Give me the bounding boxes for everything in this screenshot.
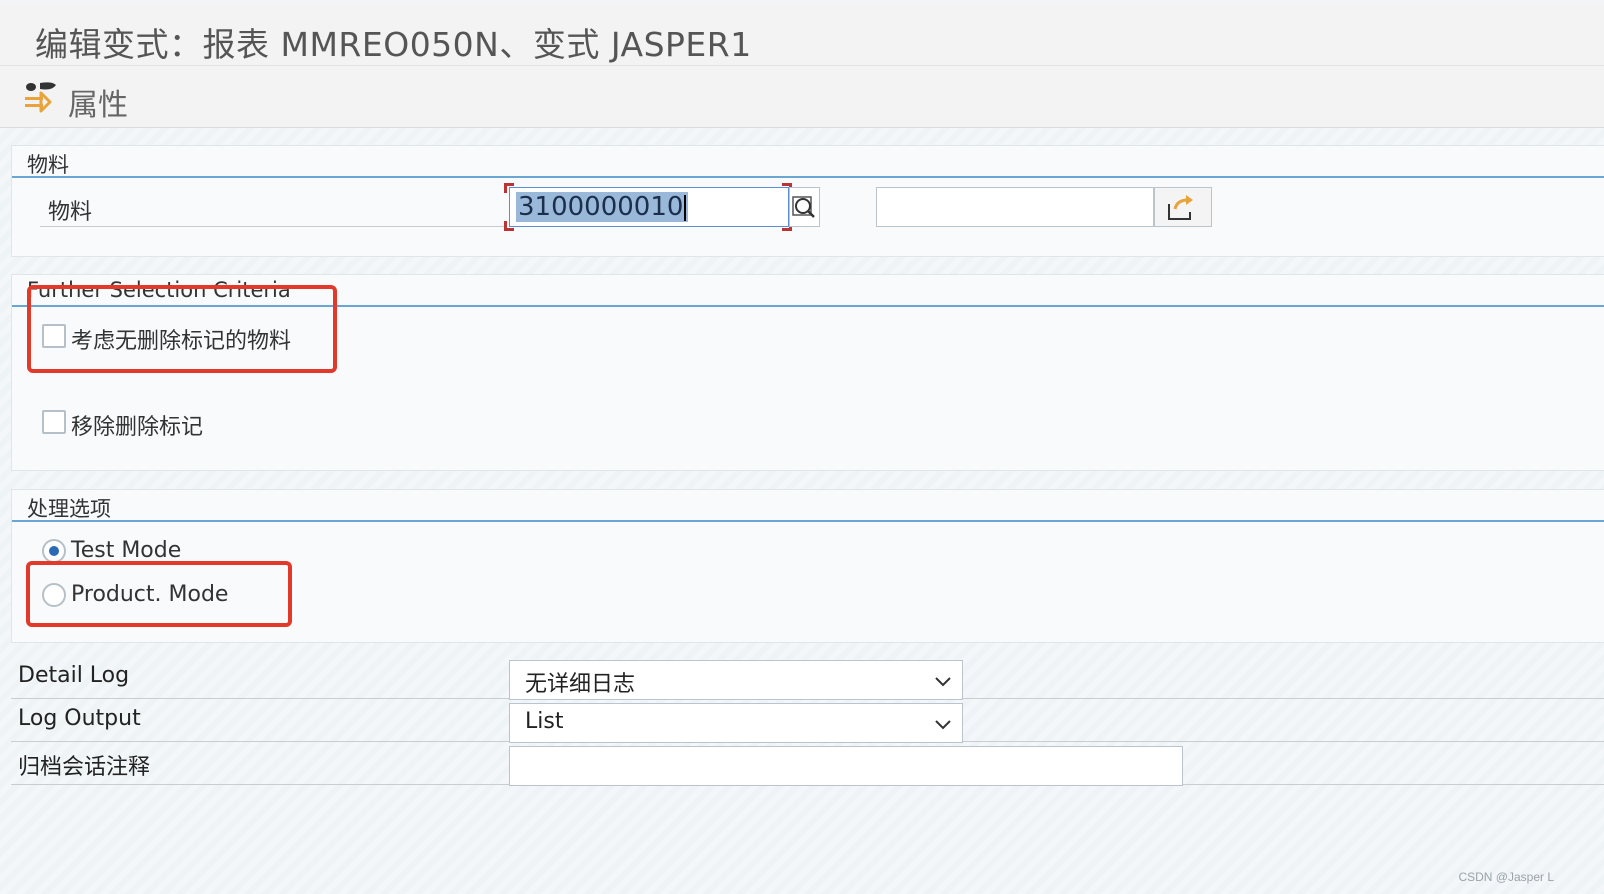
material-group-header: 物料 <box>12 146 1604 178</box>
archive-note-input[interactable] <box>509 746 1183 786</box>
archive-note-label: 归档会话注释 <box>18 755 151 780</box>
focus-corner-top-left <box>504 183 514 193</box>
material-label-underline <box>40 226 506 227</box>
material-group-title: 物料 <box>27 153 69 177</box>
detail-log-value: 无详细日志 <box>525 672 636 697</box>
attributes-icon[interactable] <box>22 80 58 114</box>
material-from-value: 3100000010 <box>516 192 689 222</box>
annotation-highlight-checkbox <box>27 285 337 373</box>
processing-options-title: 处理选项 <box>27 497 111 521</box>
log-output-value: List <box>525 709 564 734</box>
processing-options-header: 处理选项 <box>12 490 1604 522</box>
test-mode-radio[interactable] <box>42 539 66 563</box>
remove-deletion-flag-checkbox[interactable] <box>42 410 66 434</box>
application-toolbar: 属性 <box>0 66 1604 128</box>
material-to-input[interactable] <box>876 187 1154 227</box>
window-title: 编辑变式：报表 MMREO050N、变式 JASPER1 <box>35 25 752 64</box>
focus-corner-bottom-left <box>504 221 514 231</box>
search-icon <box>792 196 815 218</box>
multiple-selection-arrow-icon <box>1168 195 1193 220</box>
attributes-button[interactable]: 属性 <box>68 80 128 124</box>
detail-log-label: Detail Log <box>18 663 130 688</box>
test-mode-label[interactable]: Test Mode <box>71 538 181 563</box>
annotation-highlight-radio <box>26 561 292 627</box>
material-field-label: 物料 <box>48 200 93 225</box>
log-output-label: Log Output <box>18 706 141 731</box>
title-bar: 编辑变式：报表 MMREO050N、变式 JASPER1 <box>0 4 1604 66</box>
watermark: CSDN @Jasper L <box>1458 870 1554 884</box>
chevron-down-icon <box>935 677 951 687</box>
material-search-help-button[interactable] <box>789 187 820 227</box>
detail-log-dropdown[interactable]: 无详细日志 <box>509 660 963 700</box>
chevron-down-icon <box>935 720 951 730</box>
log-output-dropdown[interactable]: List <box>509 703 963 743</box>
material-from-input[interactable]: 3100000010 <box>509 187 789 227</box>
multiple-selection-button[interactable] <box>1154 187 1212 227</box>
remove-deletion-flag-label[interactable]: 移除删除标记 <box>71 409 203 441</box>
